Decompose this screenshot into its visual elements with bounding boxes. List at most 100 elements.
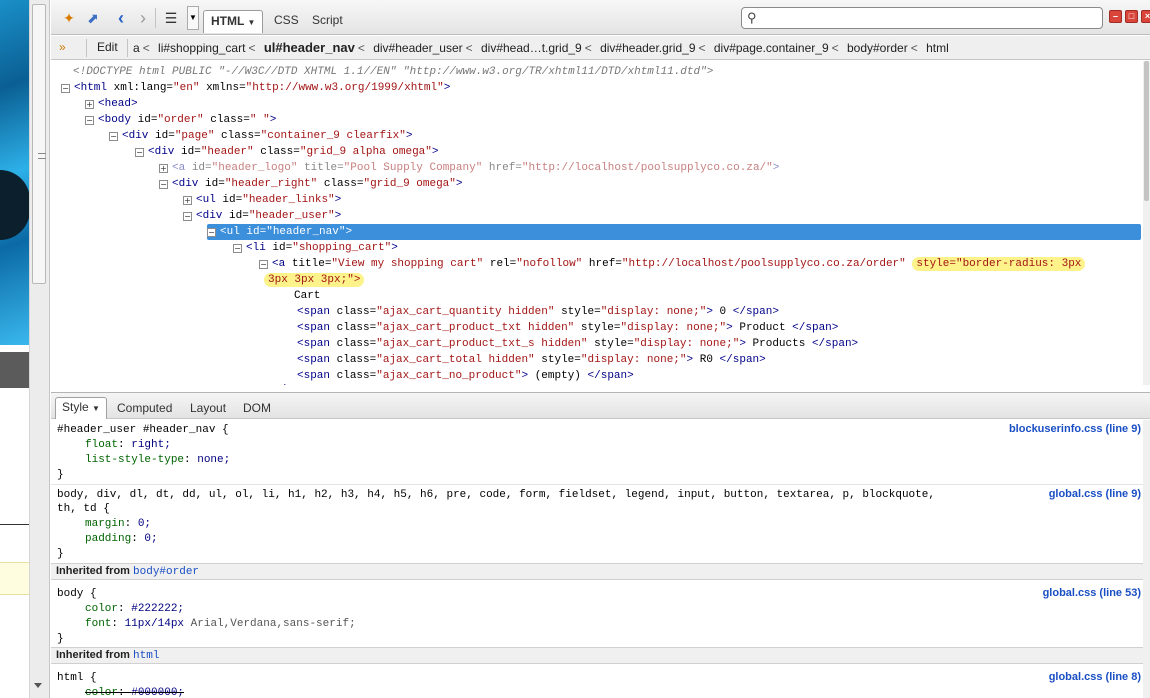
tab-style[interactable]: Style ▼ — [55, 397, 107, 419]
collapse-icon[interactable]: − — [183, 212, 192, 221]
doctype-line[interactable]: <!DOCTYPE html PUBLIC "-//W3C//DTD XHTML… — [73, 64, 713, 80]
collapse-icon[interactable]: − — [259, 260, 268, 269]
chevron-down-icon[interactable]: ▼ — [187, 6, 199, 30]
tree-scrollbar[interactable] — [1143, 61, 1150, 385]
forward-arrow-icon[interactable]: › — [133, 8, 153, 28]
tree-node-span[interactable]: <span class="ajax_cart_quantity hidden" … — [297, 304, 779, 320]
search-input[interactable] — [764, 10, 1094, 26]
tab-dom[interactable]: DOM — [237, 399, 277, 419]
tree-node-div-header-right[interactable]: − <div id="header_right" class="grid_9 o… — [159, 176, 463, 192]
tree-node-a-logo[interactable]: + <a id="header_logo" title="Pool Supply… — [159, 160, 779, 176]
breadcrumb-item[interactable]: a — [133, 41, 140, 55]
tree-node-close-a[interactable]: </a> — [273, 382, 299, 385]
inherited-ref-link[interactable]: body#order — [133, 566, 199, 578]
page-scrollbar[interactable] — [30, 0, 50, 698]
tab-html[interactable]: HTML ▼ — [203, 10, 264, 33]
chevron-double-right-icon[interactable]: » — [59, 40, 75, 56]
toolbar: ✦ ⬈ ‹ › ☰ ▼ HTML ▼ CSS Script ⚲ – □ × — [51, 0, 1150, 35]
breadcrumb-item[interactable]: html — [926, 41, 949, 55]
tree-node-div-header-user[interactable]: − <div id="header_user"> — [183, 208, 341, 224]
back-arrow-icon[interactable]: ‹ — [111, 8, 131, 28]
tree-node-a-cart[interactable]: − <a title="View my shopping cart" rel="… — [259, 256, 1086, 272]
firebug-icon[interactable]: ✦ — [59, 8, 79, 28]
tree-node-li-shopping-cart[interactable]: − <li id="shopping_cart"> — [233, 240, 398, 256]
css-property[interactable]: color: #222222; — [85, 602, 184, 617]
css-property[interactable]: padding: 0; — [85, 532, 158, 547]
style-attr-highlight[interactable]: 3px 3px 3px;"> — [268, 274, 360, 286]
tree-node-div-page[interactable]: − <div id="page" class="container_9 clea… — [109, 128, 413, 144]
tab-script[interactable]: Script — [305, 10, 350, 32]
tab-css[interactable]: CSS — [267, 10, 306, 32]
tab-layout[interactable]: Layout — [184, 399, 232, 419]
inspect-icon[interactable]: ⬈ — [83, 8, 103, 28]
html-tree: <!DOCTYPE html PUBLIC "-//W3C//DTD XHTML… — [51, 61, 1143, 385]
style-rules: #header_user #header_nav { blockuserinfo… — [51, 420, 1143, 698]
tree-node-body[interactable]: − <body id="order" class=" "> — [85, 112, 276, 128]
breadcrumb-item[interactable]: li#shopping_cart — [158, 41, 245, 55]
tree-node-span[interactable]: <span class="ajax_cart_total hidden" sty… — [297, 352, 766, 368]
expand-icon[interactable]: + — [159, 164, 168, 173]
rule-selector[interactable]: html { — [57, 671, 97, 686]
breadcrumb-separator: < — [142, 41, 150, 55]
inherited-header: Inherited from html — [51, 647, 1143, 664]
edit-button[interactable]: Edit — [97, 40, 118, 54]
scrollbar-thumb[interactable] — [32, 4, 46, 284]
breadcrumb-item-selected[interactable]: ul#header_nav — [264, 40, 355, 55]
collapse-icon[interactable]: − — [233, 244, 242, 253]
scrollbar-thumb[interactable] — [1144, 61, 1149, 201]
css-property[interactable]: float: right; — [85, 438, 171, 453]
collapse-icon[interactable]: − — [159, 180, 168, 189]
tree-node-html[interactable]: − <html xml:lang="en" xmlns="http://www.… — [61, 80, 450, 96]
breadcrumb-item[interactable]: body#order — [847, 41, 908, 55]
tree-node-ul-header-links[interactable]: + <ul id="header_links"> — [183, 192, 341, 208]
tree-node-head[interactable]: + <head> — [85, 96, 138, 112]
search-icon: ⚲ — [747, 10, 757, 25]
breadcrumb-separator: < — [698, 41, 706, 55]
scroll-down-arrow-icon[interactable] — [34, 683, 42, 688]
collapse-icon[interactable]: − — [207, 228, 216, 237]
rules-scrollbar[interactable] — [1143, 420, 1150, 698]
rule-close-brace: } — [57, 548, 64, 560]
tree-node-span[interactable]: <span class="ajax_cart_product_txt hidde… — [297, 320, 838, 336]
breadcrumb-item[interactable]: div#header_user — [373, 41, 462, 55]
list-menu-icon[interactable]: ☰ — [161, 8, 181, 28]
rule-selector[interactable]: #header_user #header_nav { — [57, 423, 229, 438]
style-attr-highlight[interactable]: style="border-radius: 3px — [916, 258, 1081, 270]
tree-node-ul-header-nav-selected[interactable]: − <ul id="header_nav"> — [207, 224, 1141, 240]
breadcrumb-item[interactable]: div#page.container_9 — [714, 41, 829, 55]
rule-source-link[interactable]: blockuserinfo.css (line 9) — [1009, 423, 1141, 435]
css-property[interactable]: list-style-type: none; — [85, 453, 230, 468]
breadcrumb-separator: < — [248, 41, 256, 55]
tree-text-cart[interactable]: Cart — [294, 288, 320, 304]
rule-selector-cont[interactable]: th, td { — [57, 502, 110, 517]
breadcrumb-separator: < — [465, 41, 473, 55]
css-property[interactable]: font: 11px/14px Arial,Verdana,sans-serif… — [85, 617, 356, 632]
collapse-icon[interactable]: − — [85, 116, 94, 125]
css-property-overridden[interactable]: color: #000000; — [85, 686, 184, 698]
divider — [51, 484, 1143, 485]
close-icon[interactable]: × — [1141, 10, 1150, 23]
rule-selector[interactable]: body, div, dl, dt, dd, ul, ol, li, h1, h… — [57, 488, 935, 503]
breadcrumb-item[interactable]: div#head…t.grid_9 — [481, 41, 582, 55]
breadcrumb-item[interactable]: div#header.grid_9 — [600, 41, 695, 55]
detach-icon[interactable]: □ — [1125, 10, 1138, 23]
collapse-icon[interactable]: − — [135, 148, 144, 157]
inherited-header: Inherited from body#order — [51, 563, 1143, 580]
minimize-icon[interactable]: – — [1109, 10, 1122, 23]
expand-icon[interactable]: + — [85, 100, 94, 109]
collapse-icon[interactable]: − — [109, 132, 118, 141]
css-property[interactable]: margin: 0; — [85, 517, 151, 532]
rule-source-link[interactable]: global.css (line 9) — [1049, 488, 1141, 500]
collapse-icon[interactable]: − — [61, 84, 70, 93]
search-box[interactable]: ⚲ — [741, 7, 1103, 29]
tree-node-div-header[interactable]: − <div id="header" class="grid_9 alpha o… — [135, 144, 439, 160]
tab-computed[interactable]: Computed — [111, 399, 178, 419]
inherited-ref-link[interactable]: html — [133, 650, 159, 662]
expand-icon[interactable]: + — [183, 196, 192, 205]
rule-selector[interactable]: body { — [57, 587, 97, 602]
tree-node-span[interactable]: <span class="ajax_cart_no_product"> (emp… — [297, 368, 634, 384]
breadcrumb-bar: » Edit a < li#shopping_cart < ul#header_na… — [51, 36, 1150, 60]
rule-source-link[interactable]: global.css (line 8) — [1049, 671, 1141, 683]
rule-source-link[interactable]: global.css (line 53) — [1043, 587, 1141, 599]
tree-node-span[interactable]: <span class="ajax_cart_product_txt_s hid… — [297, 336, 858, 352]
